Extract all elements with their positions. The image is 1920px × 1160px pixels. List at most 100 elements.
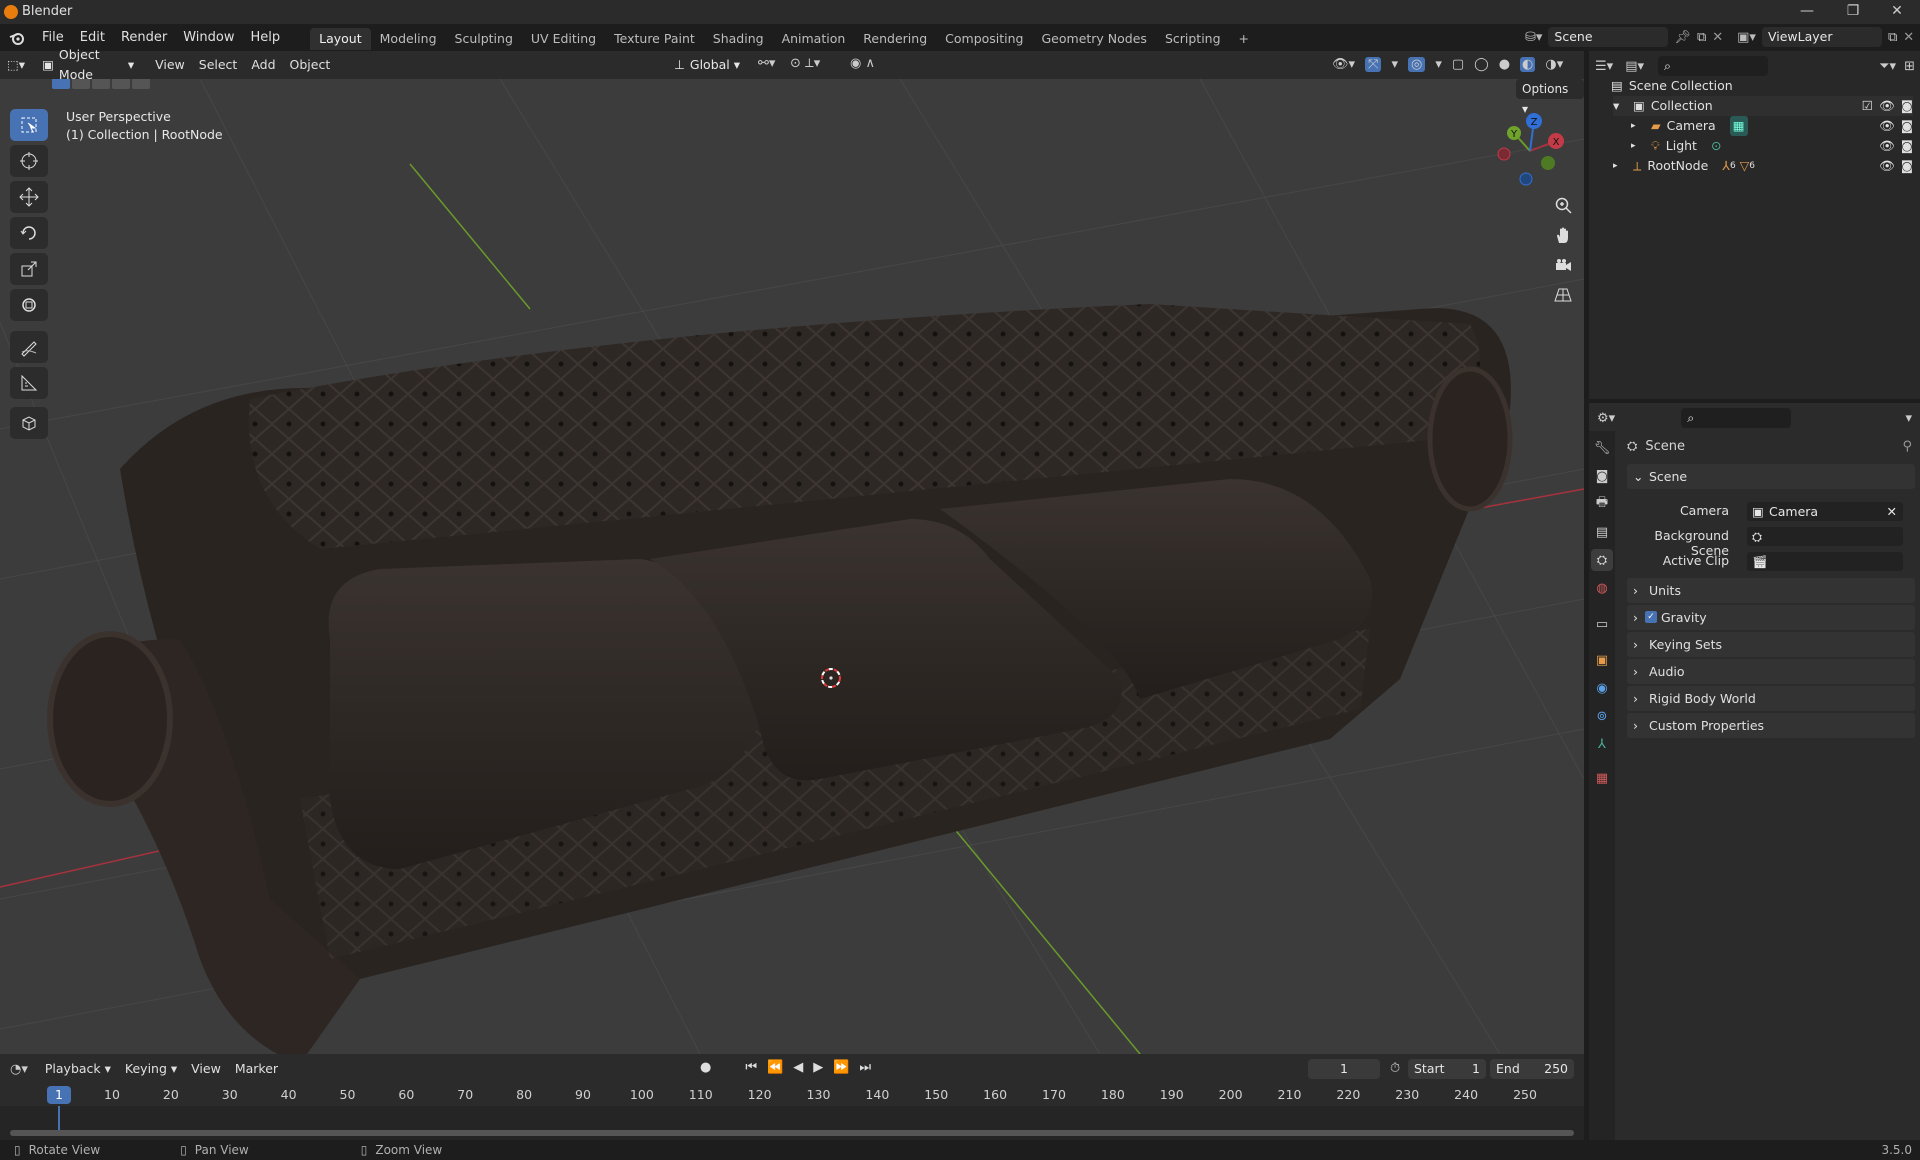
render-camera-icon[interactable]: ◙ bbox=[1901, 136, 1913, 156]
frame-ruler[interactable]: 1 10 20 30 40 50 60 70 80 90 100 110 120 130 140 150 160… bbox=[0, 1084, 1584, 1106]
menu-add[interactable]: Add bbox=[244, 51, 282, 79]
menu-help[interactable]: Help bbox=[243, 24, 289, 51]
outliner-editor-type-icon[interactable]: ☰▾ bbox=[1595, 59, 1613, 74]
options-button[interactable]: Options ▾ bbox=[1516, 79, 1584, 116]
new-viewlayer-icon[interactable]: ⧉ bbox=[1888, 30, 1897, 45]
output-tab-icon[interactable]: 🖶︎ bbox=[1591, 493, 1613, 515]
tab-uv-editing[interactable]: UV Editing bbox=[522, 28, 605, 50]
outliner-row-light[interactable]: ▸ 💡︎ Light ⊙ 👁︎ ◙ bbox=[1631, 136, 1913, 156]
custom-properties-panel[interactable]: › Custom Properties bbox=[1627, 713, 1915, 738]
start-frame-field[interactable]: Start 1 bbox=[1408, 1059, 1486, 1079]
restore-icon[interactable]: ❐ bbox=[1830, 0, 1876, 24]
proportional-edit-icon[interactable]: ◉ ∧ bbox=[850, 56, 875, 71]
new-collection-icon[interactable]: ⊞ bbox=[1904, 59, 1915, 74]
render-camera-icon[interactable]: ◙ bbox=[1901, 96, 1913, 116]
current-frame-field[interactable]: 1 bbox=[1308, 1059, 1380, 1079]
tab-rendering[interactable]: Rendering bbox=[854, 28, 936, 50]
expand-down-icon[interactable]: ▾ bbox=[1613, 96, 1627, 116]
menu-select[interactable]: Select bbox=[192, 51, 245, 79]
properties-options-icon[interactable]: ▾ bbox=[1905, 411, 1912, 426]
properties-editor-type-icon[interactable]: ⚙▾ bbox=[1597, 411, 1615, 426]
eye-icon[interactable]: 👁︎ bbox=[1879, 96, 1895, 116]
gizmo-toggle-icon[interactable]: ⤧ bbox=[1365, 57, 1382, 72]
scene-name-field[interactable]: Scene bbox=[1548, 27, 1669, 47]
units-panel[interactable]: › Units bbox=[1627, 578, 1915, 603]
filter-icon[interactable]: ⏷▾ bbox=[1879, 59, 1896, 74]
move-tool[interactable] bbox=[10, 181, 48, 213]
scale-tool[interactable] bbox=[10, 253, 48, 285]
menu-marker[interactable]: Marker bbox=[228, 1055, 285, 1083]
overlay-toggle-icon[interactable]: ◎ bbox=[1407, 57, 1426, 72]
menu-window[interactable]: Window bbox=[175, 24, 242, 51]
scene-section-header[interactable]: ⌄ Scene bbox=[1627, 464, 1915, 489]
select-mode-buttons[interactable] bbox=[52, 79, 150, 89]
minimize-icon[interactable]: — bbox=[1784, 0, 1830, 24]
scene-tab-icon[interactable]: ⛭ bbox=[1591, 549, 1613, 571]
light-data-icon[interactable]: ⊙ bbox=[1711, 136, 1721, 156]
outliner-row-collection[interactable]: ▾ ▣ Collection ☑ 👁︎ ◙ bbox=[1613, 96, 1913, 116]
active-clip-field[interactable]: 🎬︎ bbox=[1747, 552, 1903, 571]
close-icon[interactable]: ✕ bbox=[1874, 0, 1920, 24]
modifiers-tab-icon[interactable]: ◉ bbox=[1591, 677, 1613, 699]
outliner-scene-collection[interactable]: ▤ Scene Collection bbox=[1611, 76, 1733, 96]
cursor-tool[interactable] bbox=[10, 145, 48, 177]
collection-tab-icon[interactable]: ▭ bbox=[1591, 613, 1613, 635]
eye-icon[interactable]: 👁︎ bbox=[1879, 116, 1895, 136]
expand-right-icon[interactable]: ▸ bbox=[1613, 156, 1627, 176]
jump-end-icon[interactable]: ⏭ bbox=[859, 1060, 871, 1075]
rotate-tool[interactable] bbox=[10, 217, 48, 249]
select-subtract-icon[interactable] bbox=[92, 79, 110, 89]
play-reverse-icon[interactable]: ◀ bbox=[793, 1060, 803, 1075]
eye-icon[interactable]: 👁︎ bbox=[1879, 136, 1895, 156]
audio-panel[interactable]: › Audio bbox=[1627, 659, 1915, 684]
checkbox-icon[interactable]: ☑ bbox=[1862, 96, 1873, 116]
record-icon[interactable]: ● bbox=[700, 1060, 711, 1075]
select-new-icon[interactable] bbox=[52, 79, 70, 89]
select-intersect-icon[interactable] bbox=[132, 79, 150, 89]
timeline-editor-type-icon[interactable]: ◔▾ bbox=[10, 1062, 28, 1077]
pivot-icon[interactable]: ⚯▾ bbox=[758, 56, 775, 71]
material-shading-icon[interactable]: ◐ bbox=[1520, 57, 1536, 72]
select-box-tool[interactable] bbox=[10, 109, 48, 141]
measure-tool[interactable] bbox=[10, 367, 48, 399]
menu-playback[interactable]: Playback ▾ bbox=[38, 1055, 118, 1083]
menu-view[interactable]: View bbox=[148, 51, 192, 79]
keying-sets-panel[interactable]: › Keying Sets bbox=[1627, 632, 1915, 657]
empty-child-icon[interactable]: ⅄ bbox=[1722, 156, 1730, 176]
solid-shading-icon[interactable]: ● bbox=[1499, 57, 1510, 72]
outliner-search-input[interactable]: ⌕ bbox=[1658, 56, 1768, 76]
background-scene-field[interactable]: ⛭ bbox=[1747, 527, 1903, 546]
editor-type-icon[interactable]: ⬚▾ bbox=[0, 51, 32, 79]
blender-menu-icon[interactable] bbox=[0, 24, 34, 51]
render-camera-icon[interactable]: ◙ bbox=[1901, 156, 1913, 176]
tab-texture-paint[interactable]: Texture Paint bbox=[605, 28, 704, 50]
timeline-track[interactable] bbox=[0, 1106, 1584, 1142]
sofa-model[interactable] bbox=[47, 304, 1513, 1054]
select-invert-icon[interactable] bbox=[112, 79, 130, 89]
tab-shading[interactable]: Shading bbox=[704, 28, 773, 50]
gravity-checkbox[interactable]: ✓ bbox=[1645, 611, 1657, 623]
timeline-scrollbar[interactable] bbox=[10, 1130, 1574, 1136]
expand-right-icon[interactable]: ▸ bbox=[1631, 136, 1645, 156]
object-tab-icon[interactable]: ▣ bbox=[1591, 649, 1613, 671]
tab-compositing[interactable]: Compositing bbox=[936, 28, 1032, 50]
view-layer-tab-icon[interactable]: ▤ bbox=[1591, 521, 1613, 543]
rigid-body-world-panel[interactable]: › Rigid Body World bbox=[1627, 686, 1915, 711]
menu-timeline-view[interactable]: View bbox=[184, 1055, 228, 1083]
new-scene-icon[interactable]: ⧉ bbox=[1697, 30, 1706, 45]
add-cube-tool[interactable] bbox=[10, 407, 48, 439]
orientation-dropdown[interactable]: ⊥ Global ▾ bbox=[668, 55, 746, 75]
camera-data-icon[interactable]: ▦ bbox=[1729, 116, 1748, 136]
add-workspace-button[interactable]: + bbox=[1230, 28, 1258, 50]
tab-geometry-nodes[interactable]: Geometry Nodes bbox=[1033, 28, 1156, 50]
select-extend-icon[interactable] bbox=[72, 79, 90, 89]
render-tab-icon[interactable]: ◙ bbox=[1591, 465, 1613, 487]
prev-keyframe-icon[interactable]: ⏪ bbox=[767, 1060, 783, 1075]
pin-icon[interactable]: ⚲ bbox=[1902, 439, 1912, 454]
tab-sculpting[interactable]: Sculpting bbox=[446, 28, 522, 50]
zoom-icon[interactable] bbox=[1548, 191, 1578, 219]
tab-modeling[interactable]: Modeling bbox=[371, 28, 446, 50]
world-tab-icon[interactable]: ◍ bbox=[1591, 577, 1613, 599]
scene-browse-icon[interactable]: ⛁▾ bbox=[1525, 30, 1542, 45]
mesh-child-icon[interactable]: ▽ bbox=[1740, 156, 1750, 176]
